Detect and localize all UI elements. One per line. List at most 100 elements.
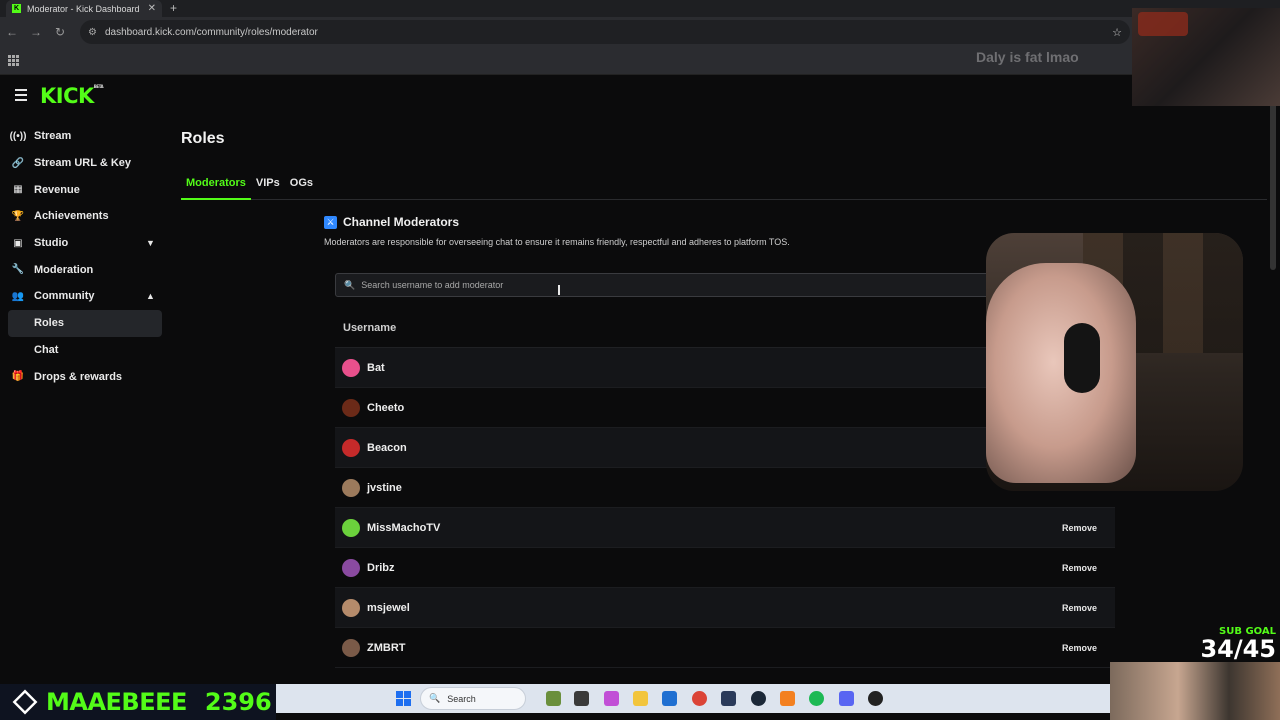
remove-button[interactable]: Remove	[1054, 598, 1105, 618]
app-icon[interactable]	[721, 691, 736, 706]
taskbar-search-label: Search	[447, 693, 476, 704]
sub-goal-overlay: SUB GOAL 34/45	[1186, 626, 1276, 661]
windows-taskbar: 🔍 Search	[276, 684, 1110, 713]
bookmarks-bar	[0, 47, 1280, 75]
close-tab-icon[interactable]: ✕	[148, 3, 156, 14]
sidebar-item-label: Revenue	[34, 183, 80, 196]
sidebar-item-revenue[interactable]: ▦ Revenue	[0, 176, 170, 203]
forward-icon[interactable]: →	[24, 25, 48, 39]
sidebar-item-roles[interactable]: Roles	[8, 309, 162, 337]
task-view-icon[interactable]	[574, 691, 589, 706]
url-text: dashboard.kick.com/community/roles/moder…	[104, 26, 318, 38]
sidebar-item-label: Roles	[34, 317, 64, 330]
section-heading: ⚔ Channel Moderators	[324, 215, 459, 229]
link-icon: 🔗	[11, 157, 25, 169]
menu-icon[interactable]	[15, 89, 27, 104]
avatar	[342, 638, 360, 657]
section-description: Moderators are responsible for overseein…	[324, 237, 790, 247]
overlay-username: MAAEBEEE	[46, 688, 187, 716]
sidebar-item-label: Studio	[34, 237, 69, 250]
table-row: msjewel Remove	[335, 588, 1115, 628]
avatar	[342, 558, 360, 577]
search-input[interactable]	[361, 280, 962, 290]
back-icon[interactable]: ←	[0, 25, 24, 39]
reload-icon[interactable]: ↻	[48, 25, 72, 39]
section-title: Channel Moderators	[343, 215, 460, 229]
outlook-icon[interactable]	[662, 691, 677, 706]
sidebar-item-label: Achievements	[34, 210, 109, 223]
username[interactable]: jvstine	[367, 482, 402, 494]
new-tab-icon[interactable]: +	[170, 1, 177, 15]
people-icon: 👥	[11, 290, 25, 302]
remove-button[interactable]: Remove	[1054, 558, 1105, 578]
username[interactable]: Beacon	[367, 442, 407, 454]
username[interactable]: msjewel	[367, 602, 410, 614]
address-bar: ← → ↻ ⚙ dashboard.kick.com/community/rol…	[0, 17, 1280, 47]
username[interactable]: MissMachoTV	[367, 522, 440, 534]
taskbar-search[interactable]: 🔍 Search	[420, 687, 526, 710]
username[interactable]: Cheeto	[367, 402, 404, 414]
sidebar-item-drops-rewards[interactable]: 🎁 Drops & rewards	[0, 363, 170, 390]
tab-moderators[interactable]: Moderators	[181, 174, 251, 200]
sidebar-item-moderation[interactable]: 🔧 Moderation	[0, 256, 170, 283]
bookmark-star-icon[interactable]: ☆	[1112, 26, 1122, 39]
tab-ogs[interactable]: OGs	[285, 174, 318, 200]
stream-name-overlay: MAAEBEEE 2396	[0, 684, 276, 720]
sidebar-item-label: Stream URL & Key	[34, 157, 131, 170]
wrench-icon: 🔧	[11, 264, 25, 276]
username[interactable]: ZMBRT	[367, 642, 406, 654]
url-field[interactable]: ⚙ dashboard.kick.com/community/roles/mod…	[80, 20, 1130, 44]
sidebar-item-community[interactable]: 👥 Community ▲	[0, 283, 170, 310]
username[interactable]: Dribz	[367, 562, 395, 574]
tab-vips[interactable]: VIPs	[251, 174, 285, 200]
copilot-icon[interactable]	[604, 691, 619, 706]
sidebar-item-label: Drops & rewards	[34, 370, 123, 383]
apps-grid-icon[interactable]	[8, 55, 19, 66]
media-player-icon[interactable]	[868, 691, 883, 706]
chrome-icon[interactable]	[692, 691, 707, 706]
overlay-count: 2396	[204, 688, 272, 716]
diamond-icon	[12, 689, 38, 715]
sword-icon: ⚔	[324, 215, 337, 229]
site-settings-icon[interactable]: ⚙	[88, 27, 97, 38]
discord-icon[interactable]	[839, 691, 854, 706]
remove-button[interactable]: Remove	[1054, 518, 1105, 538]
avatar	[342, 518, 360, 537]
file-explorer-icon[interactable]	[633, 691, 648, 706]
studio-icon: ▣	[13, 237, 23, 249]
webcam-overlay-top	[1132, 8, 1280, 106]
sidebar-item-label: Community	[34, 290, 95, 303]
sidebar-item-achievements[interactable]: 🏆 Achievements	[0, 203, 170, 230]
widgets-icon[interactable]	[546, 691, 561, 706]
page-title: Roles	[181, 130, 225, 147]
avatar	[342, 478, 360, 497]
broadcast-icon: ((•))	[9, 130, 27, 142]
cloud-icon[interactable]	[780, 691, 795, 706]
sidebar-item-stream[interactable]: ((•)) Stream	[0, 123, 170, 150]
sidebar-item-label: Stream	[34, 130, 72, 143]
sidebar-item-studio[interactable]: ▣ Studio ▼	[0, 230, 170, 257]
username[interactable]: Bat	[367, 362, 385, 374]
sub-goal-value: 34/45	[1200, 635, 1276, 663]
kick-logo[interactable]: KICKBETA	[40, 84, 104, 108]
sidebar-item-stream-url-key[interactable]: 🔗 Stream URL & Key	[0, 150, 170, 177]
scrollbar[interactable]	[1270, 100, 1276, 270]
steam-icon[interactable]	[751, 691, 766, 706]
chevron-down-icon[interactable]: ▼	[146, 238, 155, 248]
avatar	[342, 438, 360, 457]
gift-icon: 🎁	[11, 371, 25, 383]
avatar	[342, 398, 360, 417]
avatar	[342, 598, 360, 617]
webcam-overlay-bottom	[1110, 662, 1280, 720]
sidebar-item-chat[interactable]: Chat	[8, 337, 162, 364]
table-row: ZMBRT Remove	[335, 628, 1115, 668]
sidebar-item-label: Moderation	[34, 263, 94, 276]
browser-tab[interactable]: K Moderator - Kick Dashboard ✕	[6, 0, 162, 17]
remove-button[interactable]: Remove	[1054, 638, 1105, 658]
spotify-icon[interactable]	[809, 691, 824, 706]
browser-tab-bar: K Moderator - Kick Dashboard ✕ +	[0, 0, 1280, 17]
trophy-icon: 🏆	[11, 210, 25, 222]
windows-start-icon[interactable]	[396, 691, 411, 706]
webcam-overlay-main	[986, 233, 1243, 491]
chevron-up-icon[interactable]: ▲	[146, 291, 155, 301]
